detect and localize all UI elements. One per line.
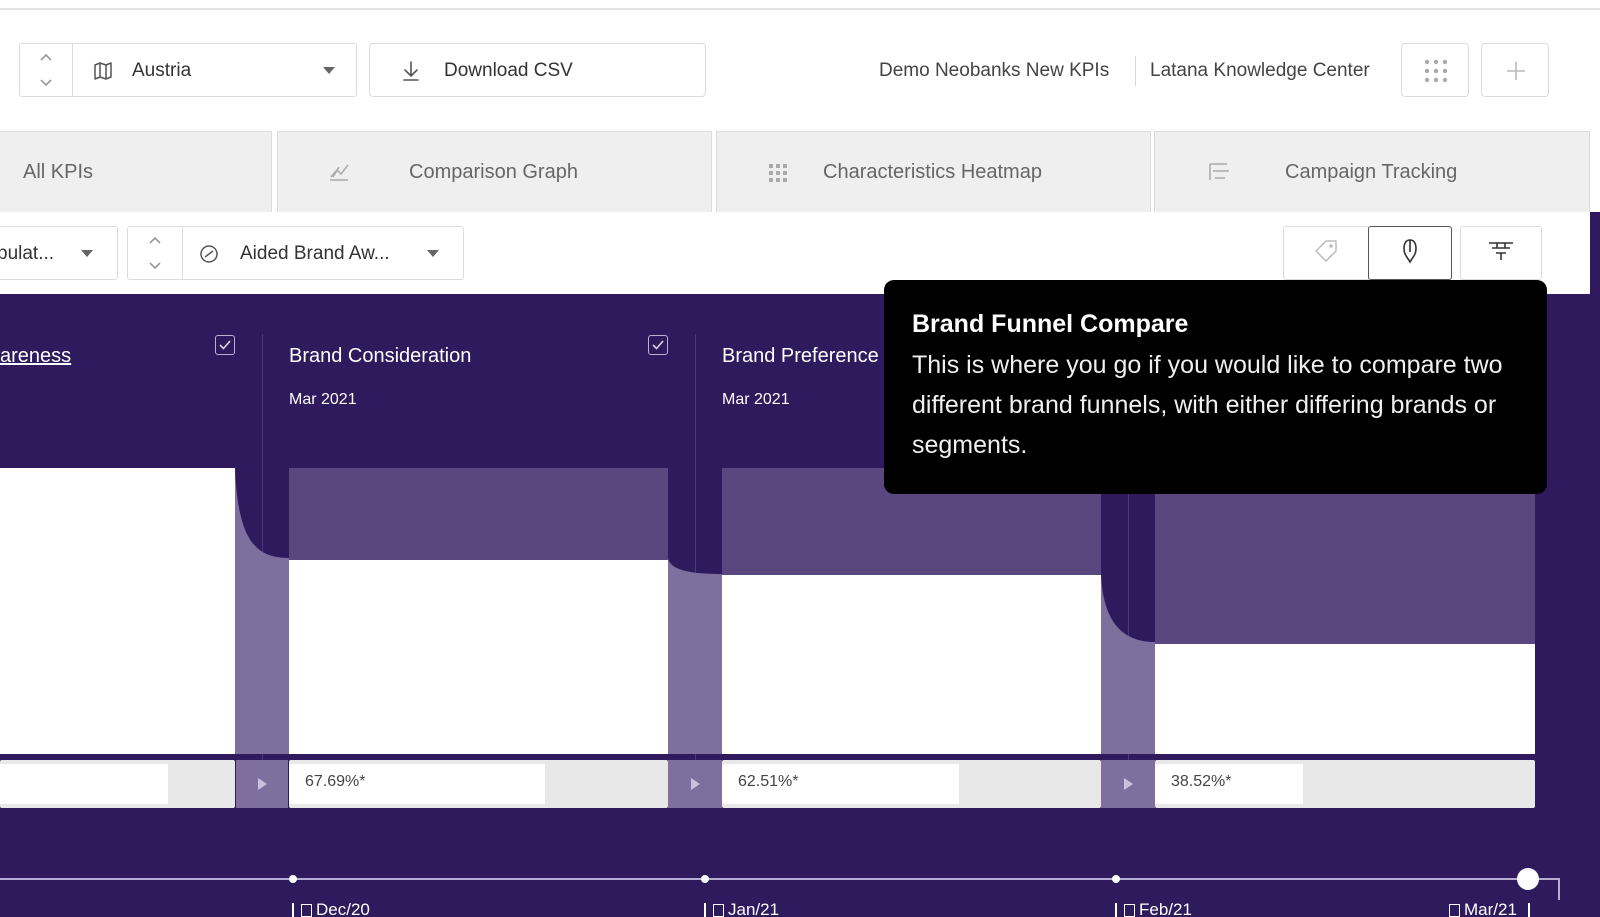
- timeline-end: [1558, 878, 1560, 900]
- play-arrow-icon[interactable]: [668, 760, 722, 808]
- timeline-label[interactable]: Jan/21: [713, 900, 779, 917]
- timeline-label[interactable]: Feb/21: [1124, 900, 1192, 917]
- percent-value: 67.69%*: [305, 773, 366, 790]
- funnel-connector: [1101, 574, 1155, 754]
- tooltip-title: Brand Funnel Compare: [912, 310, 1189, 338]
- timeline-label[interactable]: Dec/20: [301, 900, 370, 917]
- calendar-icon: [301, 903, 312, 917]
- timeline-tick: [704, 903, 706, 917]
- percent-value: 62.51%*: [738, 773, 799, 790]
- tooltip-brand-funnel-compare: Brand Funnel Compare This is where you g…: [884, 280, 1547, 494]
- calendar-icon: [1124, 903, 1135, 917]
- play-arrow-icon[interactable]: [1101, 760, 1155, 808]
- percent-box: [0, 760, 235, 808]
- timeline-tick: [1115, 903, 1117, 917]
- timeline-label-text: Dec/20: [316, 900, 370, 917]
- timeline-tick: [292, 903, 294, 917]
- timeline-track[interactable]: [0, 878, 1560, 880]
- tooltip-body: This is where you go if you would like t…: [912, 351, 1503, 459]
- funnel-connector: [235, 468, 289, 754]
- timeline-label[interactable]: Mar/21: [1449, 900, 1517, 917]
- timeline-dot[interactable]: [1112, 875, 1120, 883]
- timeline-label-text: Mar/21: [1464, 900, 1517, 917]
- calendar-icon: [713, 903, 724, 917]
- calendar-icon: [1449, 903, 1460, 917]
- timeline-handle[interactable]: [1517, 868, 1539, 890]
- funnel-connector: [668, 558, 722, 754]
- timeline-label-text: Feb/21: [1139, 900, 1192, 917]
- percent-box: 67.69%*: [289, 760, 668, 808]
- timeline-dot[interactable]: [289, 875, 297, 883]
- timeline-tick: [1528, 903, 1530, 917]
- timeline-dot[interactable]: [701, 875, 709, 883]
- timeline-label-text: Jan/21: [728, 900, 780, 917]
- percent-fill: [0, 764, 168, 804]
- percent-value: 38.52%*: [1171, 773, 1232, 790]
- percent-box: 38.52%*: [1155, 760, 1535, 808]
- play-arrow-icon[interactable]: [236, 760, 288, 808]
- percent-box: 62.51%*: [722, 760, 1101, 808]
